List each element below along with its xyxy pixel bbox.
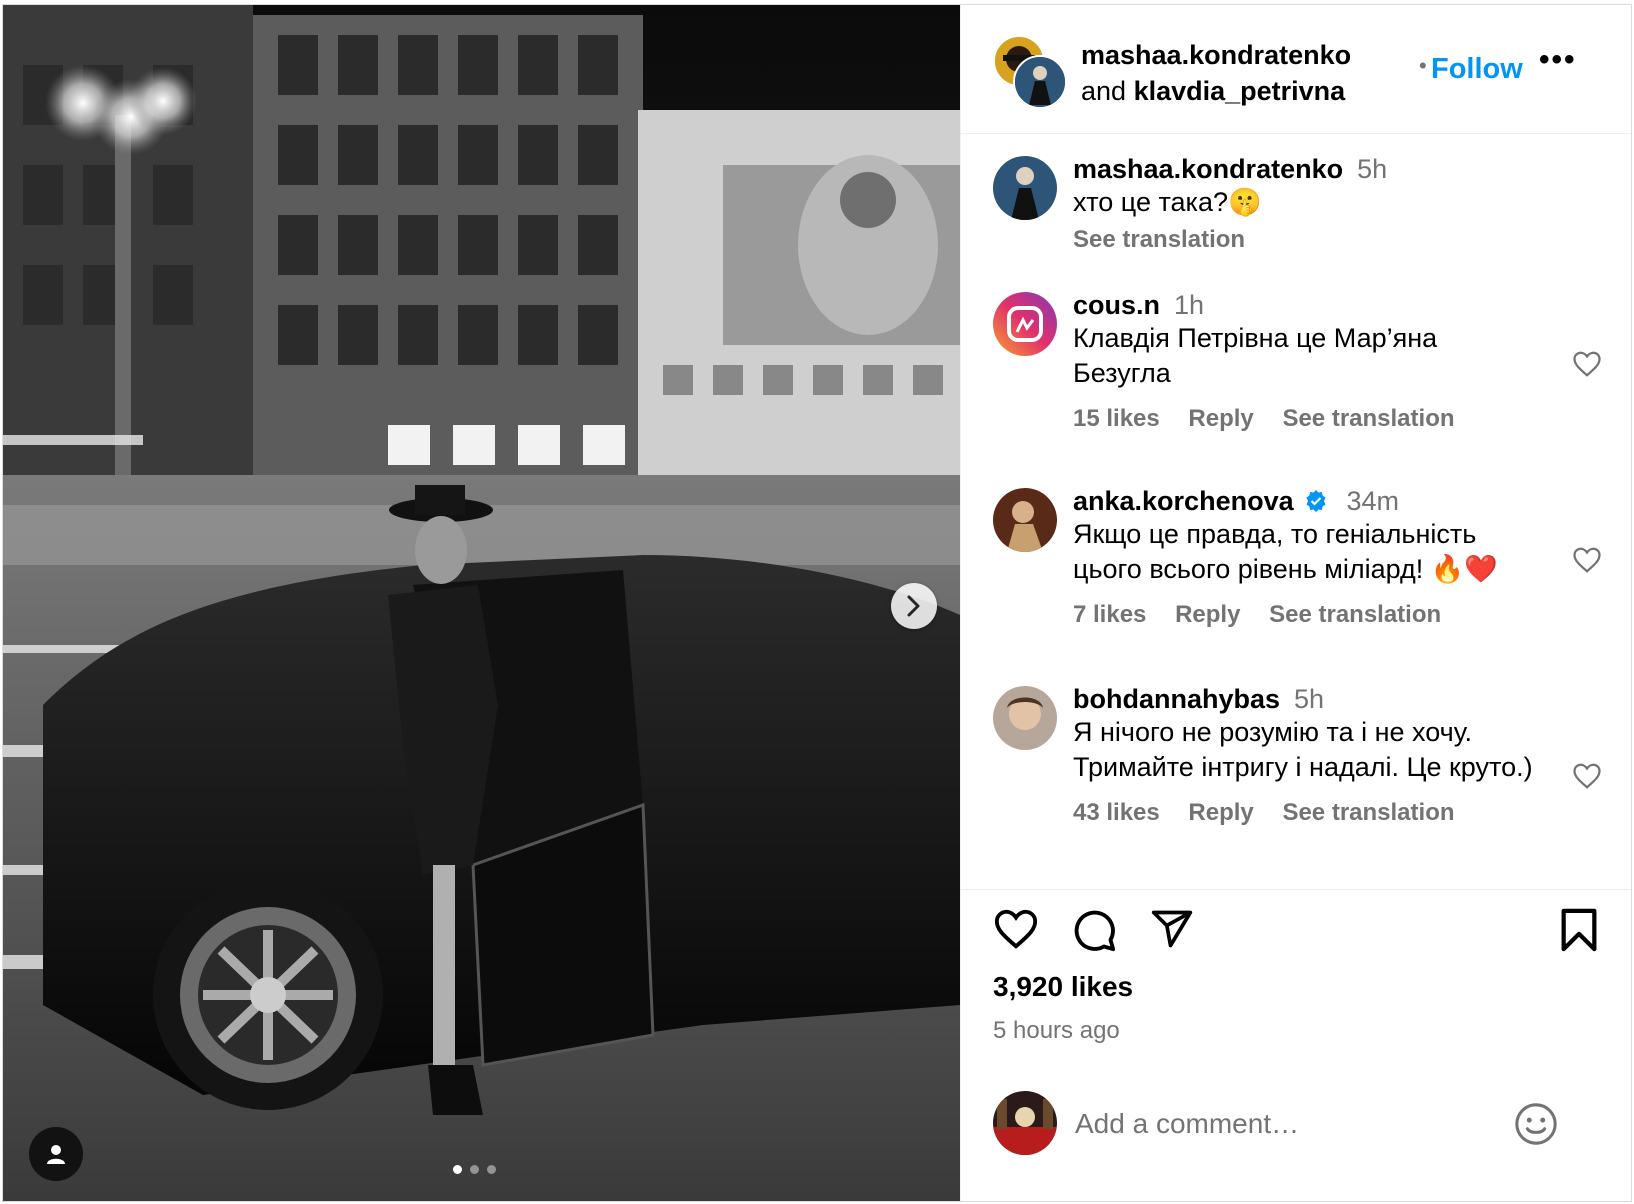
carousel-dot [453, 1165, 462, 1174]
comment-time[interactable]: 1h [1174, 290, 1204, 320]
coauthor-line: and klavdia_petrivna [1081, 73, 1351, 109]
follow-button[interactable]: Follow [1431, 53, 1523, 86]
comment-likes[interactable]: 7 likes [1073, 601, 1146, 628]
reply-button[interactable]: Reply [1188, 799, 1253, 826]
comment-text: Клавдія Петрівна це Мар’яна Безугла [1073, 323, 1438, 388]
next-photo-button[interactable] [891, 583, 937, 629]
comment-icon[interactable] [1071, 907, 1117, 953]
comment-time[interactable]: 34m [1347, 486, 1400, 516]
comment-username[interactable]: anka.korchenova [1073, 486, 1294, 516]
see-translation-link[interactable]: See translation [1282, 799, 1454, 826]
post-header: mashaa.kondratenko and klavdia_petrivna … [961, 5, 1631, 134]
comment-time[interactable]: 5h [1294, 684, 1324, 714]
carousel-indicator [453, 1165, 496, 1174]
emoji-icon[interactable] [1513, 1101, 1559, 1147]
tagged-users-button[interactable] [29, 1127, 83, 1181]
comment-text: Я нічого не розумію та і не хочу. Тримай… [1073, 717, 1533, 782]
see-translation-link[interactable]: See translation [1073, 226, 1536, 254]
comment-composer [961, 1067, 1631, 1201]
post-timestamp[interactable]: 5 hours ago [993, 1017, 1120, 1045]
comment-text: Якщо це правда, то геніальність цього вс… [1073, 519, 1498, 584]
divider [961, 889, 1631, 890]
comment-likes[interactable]: 43 likes [1073, 799, 1160, 826]
user-tag-icon [47, 1145, 65, 1164]
see-translation-link[interactable]: See translation [1282, 405, 1454, 432]
heart-icon[interactable] [1572, 546, 1602, 574]
comment-time[interactable]: 5h [1357, 154, 1387, 184]
share-icon[interactable] [1149, 907, 1195, 951]
more-options-button[interactable]: ••• [1539, 43, 1577, 77]
coauthor-avatars[interactable] [993, 35, 1067, 109]
avatar[interactable] [993, 292, 1057, 356]
post-likes-count[interactable]: 3,920 likes [993, 971, 1133, 1003]
comment-meta: 43 likes Reply See translation [1073, 799, 1536, 827]
comment-username[interactable]: bohdannahybas [1073, 684, 1280, 714]
comment-likes[interactable]: 15 likes [1073, 405, 1160, 432]
current-user-avatar [993, 1091, 1057, 1155]
reply-button[interactable]: Reply [1175, 601, 1240, 628]
carousel-dot [470, 1165, 479, 1174]
post-photo[interactable] [3, 5, 960, 1201]
comment-meta: 15 likes Reply See translation [1073, 405, 1536, 433]
reply-button[interactable]: Reply [1188, 405, 1253, 432]
bookmark-icon[interactable] [1559, 907, 1599, 953]
and-text: and [1081, 76, 1127, 106]
coauthor-avatar[interactable] [1013, 55, 1067, 109]
verified-icon [1306, 490, 1326, 512]
post-actions [993, 907, 1603, 961]
heart-icon[interactable] [993, 907, 1039, 951]
chevron-right-icon [907, 595, 920, 617]
post-authors: mashaa.kondratenko and klavdia_petrivna [1081, 37, 1351, 109]
see-translation-link[interactable]: See translation [1269, 601, 1441, 628]
comments-list[interactable]: mashaa.kondratenko 5h хто це така?🤫 See t… [961, 134, 1631, 889]
coauthor-username[interactable]: klavdia_petrivna [1134, 76, 1346, 106]
post-side-panel: mashaa.kondratenko and klavdia_petrivna … [960, 5, 1631, 1201]
caption-text: хто це така?🤫 [1073, 187, 1262, 217]
post-dialog: mashaa.kondratenko and klavdia_petrivna … [2, 4, 1632, 1202]
author-username[interactable]: mashaa.kondratenko [1081, 37, 1351, 73]
heart-icon[interactable] [1572, 350, 1602, 378]
comment-input[interactable] [1073, 1097, 1497, 1151]
comment-meta: 7 likes Reply See translation [1073, 601, 1536, 629]
avatar[interactable] [993, 686, 1057, 750]
comment-username[interactable]: mashaa.kondratenko [1073, 154, 1343, 184]
avatar[interactable] [993, 156, 1057, 220]
street-night-photo [3, 5, 960, 1201]
heart-icon[interactable] [1572, 762, 1602, 790]
avatar[interactable] [993, 488, 1057, 552]
comment-username[interactable]: cous.n [1073, 290, 1160, 320]
carousel-dot [487, 1165, 496, 1174]
follow-separator: • [1419, 53, 1427, 78]
